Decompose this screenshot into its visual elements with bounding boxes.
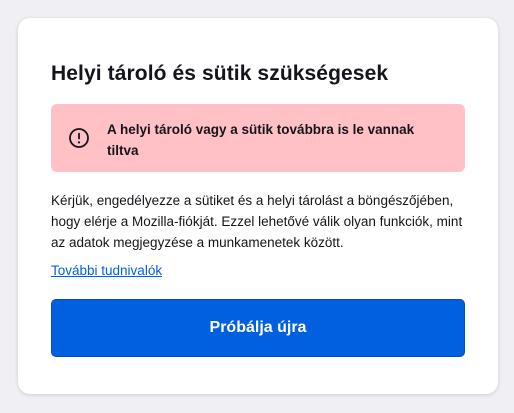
- explanation-text: Kérjük, engedélyezze a sütiket és a hely…: [51, 193, 463, 250]
- page-title: Helyi tároló és sütik szükségesek: [51, 62, 389, 85]
- error-circle-icon: [67, 126, 91, 150]
- cookies-required-card: Helyi tároló és sütik szükségesek A hely…: [18, 18, 498, 394]
- learn-more-link[interactable]: További tudnivalók: [51, 263, 162, 278]
- error-alert-banner: A helyi tároló vagy a sütik továbbra is …: [51, 104, 465, 172]
- alert-message: A helyi tároló vagy a sütik továbbra is …: [107, 122, 415, 158]
- retry-button[interactable]: Próbálja újra: [51, 299, 465, 357]
